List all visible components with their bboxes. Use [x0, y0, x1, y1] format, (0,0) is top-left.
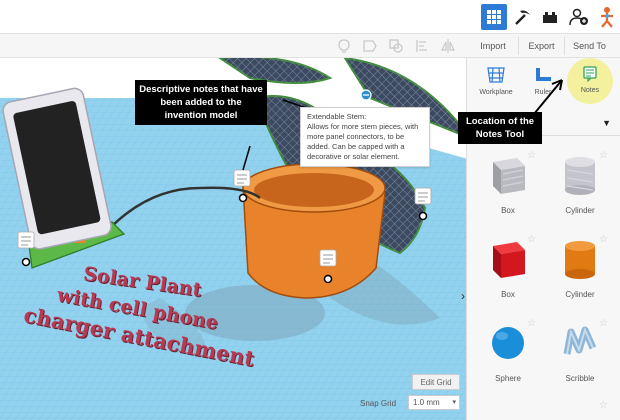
select-caret-icon: ▾: [452, 399, 456, 406]
scribble-icon: [563, 326, 597, 355]
collapse-panel-chevron-icon[interactable]: ›: [458, 286, 466, 306]
top-bar: [0, 0, 620, 34]
send-to-button[interactable]: Send To: [564, 37, 614, 55]
action-toolbar: Import Export Send To: [0, 34, 620, 58]
pickaxe-icon: [515, 10, 530, 25]
mirror-icon[interactable]: [440, 38, 456, 54]
orange-cylinder-icon: [565, 241, 595, 279]
striped-box-icon: [493, 158, 525, 194]
notes-icon: [583, 66, 597, 83]
dropdown-caret-icon: ▼: [602, 118, 611, 128]
group-icon[interactable]: [388, 38, 404, 54]
tinkercad-editor: Import Export Send To Solar Plant with c…: [0, 0, 620, 420]
grid-view-icon: [487, 10, 501, 24]
shape-outline-icon[interactable]: [362, 38, 378, 54]
notes-explainer-callout: Descriptive notes that have been added t…: [135, 80, 267, 125]
snap-grid-label: Snap Grid: [360, 399, 397, 408]
add-user-icon: [569, 8, 588, 26]
favorite-star-icon[interactable]: ☆: [527, 234, 536, 245]
note-marker-stem[interactable]: [360, 89, 372, 101]
grid-view-button[interactable]: [481, 4, 507, 30]
bricks-button[interactable]: [537, 4, 563, 30]
favorite-star-icon[interactable]: ☆: [599, 150, 608, 161]
edit-grid-button[interactable]: Edit Grid: [412, 374, 460, 390]
favorite-star-icon[interactable]: ☆: [527, 318, 536, 329]
favorite-star-icon[interactable]: ☆: [599, 318, 608, 329]
workplane-tool[interactable]: Workplane: [473, 66, 519, 96]
align-icon[interactable]: [414, 38, 430, 54]
import-button[interactable]: Import: [468, 37, 518, 55]
note-tooltip: Extendable Stem: Allows for more stem pi…: [300, 107, 430, 167]
workplane-icon: [487, 67, 505, 83]
avatar-icon: [601, 7, 613, 28]
add-user-button[interactable]: [566, 4, 592, 30]
light-bulb-icon[interactable]: [336, 38, 352, 54]
note-tooltip-body: Allows for more stem pieces, with more p…: [307, 122, 419, 161]
note-tooltip-title: Extendable Stem:: [307, 112, 367, 121]
favorite-star-icon[interactable]: ☆: [527, 150, 536, 161]
favorite-star-icon[interactable]: ☆: [599, 234, 608, 245]
snap-grid-select[interactable]: 1.0 mm ▾: [408, 395, 460, 410]
export-button[interactable]: Export: [518, 37, 564, 55]
pickaxe-button[interactable]: [510, 4, 536, 30]
bricks-icon: [543, 12, 557, 23]
snap-grid-value: 1.0 mm: [413, 398, 440, 407]
sphere-icon: [492, 327, 524, 359]
user-avatar[interactable]: [594, 4, 620, 30]
red-box-icon: [493, 242, 525, 278]
favorite-star-icon[interactable]: ☆: [599, 400, 608, 411]
callout-arrow: [533, 79, 563, 115]
notes-tool[interactable]: Notes: [567, 58, 613, 104]
striped-cylinder-icon: [565, 157, 595, 195]
notes-tool-callout: Location of the Notes Tool: [458, 112, 542, 144]
